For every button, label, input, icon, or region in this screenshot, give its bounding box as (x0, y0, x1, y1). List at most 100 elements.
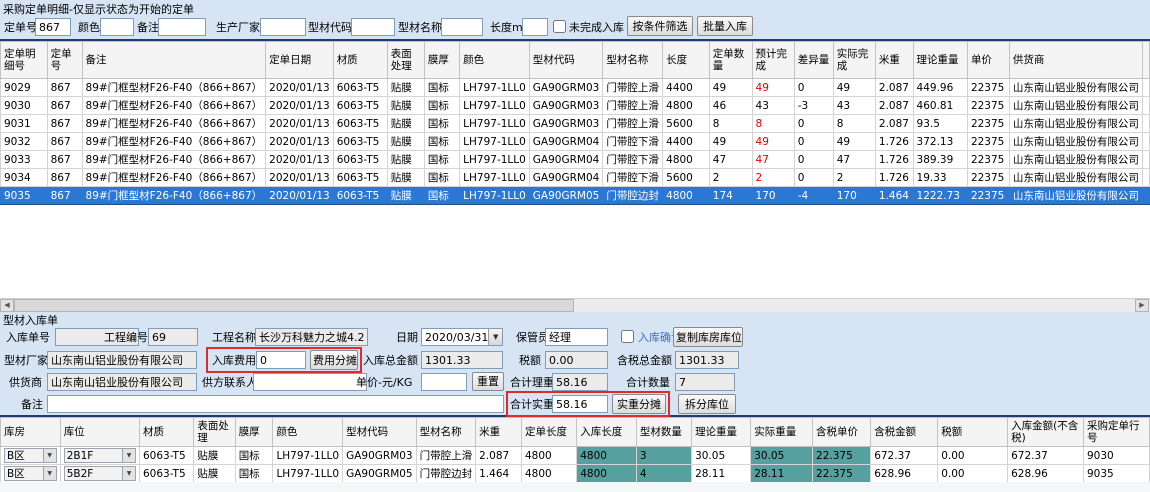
cell[interactable]: 47 (709, 151, 752, 169)
cell[interactable]: 672.37 (1008, 447, 1084, 465)
cell[interactable]: 0 (794, 115, 833, 133)
cell[interactable]: 1.464 (875, 187, 913, 205)
cell[interactable]: 9035 (1084, 465, 1150, 483)
cell[interactable]: GA90GRM05 (529, 187, 603, 205)
cell[interactable]: 贴膜 (387, 133, 424, 151)
copy-warehouse-location-button[interactable]: 复制库房库位 (673, 327, 743, 347)
cell[interactable]: 国标 (424, 169, 459, 187)
column-header[interactable]: 型材名称 (603, 42, 663, 79)
column-header[interactable]: 含税单价 (813, 418, 871, 447)
cell[interactable]: 30.05 (751, 447, 813, 465)
cell[interactable]: 9030 (1084, 447, 1150, 465)
fee-field[interactable] (256, 351, 306, 369)
order-row[interactable]: 903286789#门框型材F26-F40（866+867）2020/01/13… (1, 133, 1150, 151)
cell[interactable]: 89#门框型材F26-F40（866+867） (82, 79, 266, 97)
column-header[interactable]: 理论重量 (692, 418, 751, 447)
chevron-down-icon[interactable]: ▼ (122, 467, 135, 480)
cell[interactable]: 89#门框型材F26-F40（866+867） (82, 169, 266, 187)
cell[interactable]: 93.5 (913, 115, 967, 133)
cell[interactable]: 0 (794, 151, 833, 169)
cell[interactable]: 2020/01/13 (266, 169, 334, 187)
order-row[interactable]: 903486789#门框型材F26-F40（866+867）2020/01/13… (1, 169, 1150, 187)
cell[interactable]: 4800 (521, 465, 576, 483)
cell[interactable]: 6063-T5 (333, 97, 387, 115)
cell[interactable]: 贴膜 (387, 97, 424, 115)
actual-weight-share-button[interactable]: 实重分摊 (612, 394, 666, 414)
keeper-field[interactable] (545, 328, 608, 346)
cell[interactable]: 22375 (967, 97, 1009, 115)
cell[interactable]: 贴膜 (387, 115, 424, 133)
cell[interactable]: 门带腔上滑 (603, 97, 663, 115)
column-header[interactable]: 定单日期 (266, 42, 334, 79)
column-header[interactable]: 单价 (967, 42, 1009, 79)
cell[interactable]: 170 (833, 187, 875, 205)
cell[interactable]: 0 (794, 133, 833, 151)
cell[interactable]: 867 (47, 133, 82, 151)
inbound-confirm-checkbox[interactable] (621, 330, 634, 343)
cell[interactable]: LH797-1LL0 (460, 115, 530, 133)
cell[interactable]: 49 (709, 133, 752, 151)
cell[interactable]: 0.00 (938, 447, 1008, 465)
cell[interactable]: 门带腔下滑 (603, 169, 663, 187)
chevron-down-icon[interactable]: ▼ (122, 449, 135, 462)
cell[interactable]: -3 (794, 97, 833, 115)
column-header[interactable]: 采购定单行号 (1084, 418, 1150, 447)
date-picker[interactable]: 2020/03/31 ▼ (421, 328, 503, 346)
total-theory-weight-field[interactable] (552, 373, 608, 391)
cell[interactable]: 山东南山铝业股份有限公司 (1009, 133, 1142, 151)
cell[interactable]: 49 (709, 79, 752, 97)
column-header[interactable]: 材质 (333, 42, 387, 79)
cell[interactable]: 372.13 (913, 133, 967, 151)
cell[interactable]: GA90GRM03 (529, 79, 603, 97)
cell[interactable]: 5600 (663, 115, 710, 133)
cell[interactable]: 门带腔下滑 (603, 133, 663, 151)
cell[interactable]: 贴膜 (194, 465, 235, 483)
order-row[interactable]: 903186789#门框型材F26-F40（866+867）2020/01/13… (1, 115, 1150, 133)
column-header[interactable]: 定单明细号 (1, 42, 48, 79)
cell[interactable]: 8 (833, 115, 875, 133)
column-header[interactable]: 供货商 (1009, 42, 1142, 79)
cell[interactable]: LH797-1LL0 (460, 187, 530, 205)
cell[interactable]: 国标 (424, 97, 459, 115)
cell[interactable]: 国标 (424, 133, 459, 151)
cell[interactable]: 867 (47, 169, 82, 187)
order-row[interactable]: 902986789#门框型材F26-F40（866+867）2020/01/13… (1, 79, 1150, 97)
cell[interactable]: 4400 (663, 79, 710, 97)
cell[interactable]: -4 (794, 187, 833, 205)
cell[interactable]: 门带腔上滑 (416, 447, 476, 465)
total-amount-field[interactable] (421, 351, 503, 369)
profile-name-input[interactable] (441, 18, 483, 36)
cell[interactable]: 1222.73 (913, 187, 967, 205)
cell[interactable]: 867 (47, 79, 82, 97)
cell[interactable]: 2 (752, 169, 794, 187)
cell[interactable]: 5B2F▼ (60, 465, 139, 483)
cell[interactable]: 4400 (663, 133, 710, 151)
cell[interactable]: 3 (636, 447, 691, 465)
cell[interactable]: LH797-1LL0 (460, 151, 530, 169)
cell[interactable]: 2 (833, 169, 875, 187)
cell[interactable]: 672.37 (871, 447, 938, 465)
column-header[interactable]: 膜厚 (424, 42, 459, 79)
column-header[interactable]: 实际完成 (833, 42, 875, 79)
cell[interactable]: 6063-T5 (333, 151, 387, 169)
cell[interactable]: 22375 (967, 187, 1009, 205)
cell[interactable]: 22375 (967, 133, 1009, 151)
cell[interactable]: 22375 (967, 151, 1009, 169)
cell[interactable]: 89#门框型材F26-F40（866+867） (82, 151, 266, 169)
combo-select[interactable]: 5B2F▼ (64, 466, 136, 481)
cell[interactable]: LH797-1LL0 (273, 447, 343, 465)
order-row[interactable]: 903586789#门框型材F26-F40（866+867）2020/01/13… (1, 187, 1150, 205)
cell[interactable]: 47 (752, 151, 794, 169)
cell[interactable]: 山东南山铝业股份有限公司 (1009, 79, 1142, 97)
cell[interactable]: GA90GRM03 (343, 447, 417, 465)
cell[interactable]: 4800 (663, 97, 710, 115)
cell[interactable]: 2.087 (476, 447, 522, 465)
cell[interactable]: 2020/01/13 (266, 187, 334, 205)
cell[interactable]: 628.96 (871, 465, 938, 483)
cell[interactable]: 49 (752, 79, 794, 97)
tax-field[interactable] (545, 351, 608, 369)
cell[interactable]: 4800 (521, 447, 576, 465)
cell[interactable]: 389.39 (913, 151, 967, 169)
cell[interactable]: 贴膜 (387, 79, 424, 97)
cell[interactable]: LH797-1LL0 (460, 169, 530, 187)
